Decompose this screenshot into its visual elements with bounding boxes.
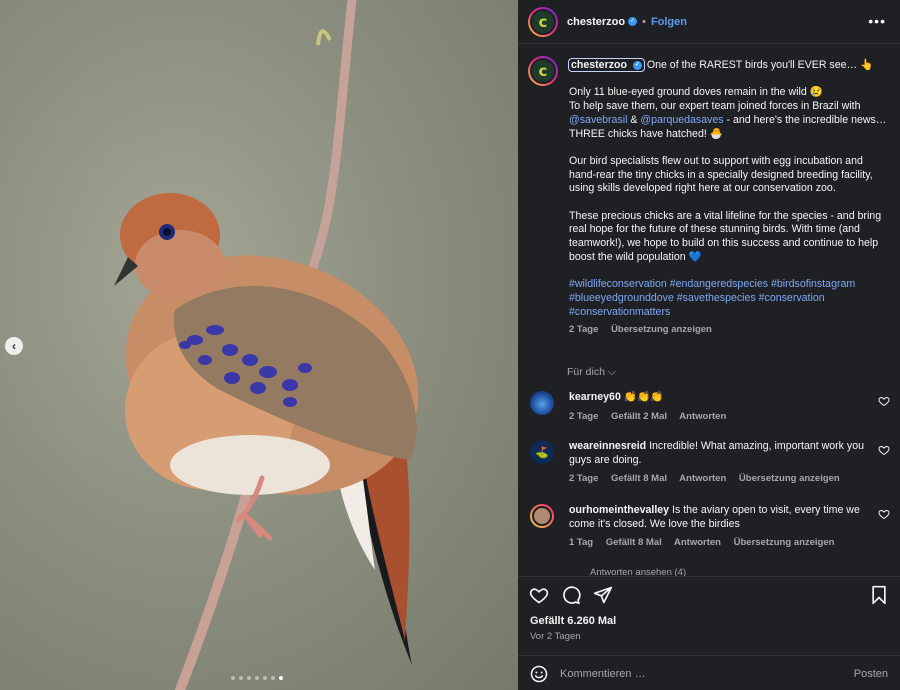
- comment-likes[interactable]: Gefällt 8 Mal: [606, 537, 662, 548]
- comment-composer: Posten: [518, 655, 900, 690]
- post-header: c chesterzoo ✓ • Folgen •••: [518, 0, 900, 44]
- commenter-username[interactable]: weareinnesreid: [569, 440, 646, 452]
- reply-button[interactable]: Antworten: [674, 537, 721, 548]
- carousel-prev-button[interactable]: ‹: [5, 337, 23, 355]
- caption-meta: 2 Tage Übersetzung anzeigen: [569, 323, 887, 337]
- caption-author-username[interactable]: chesterzoo ✓: [568, 58, 645, 72]
- caption-author-avatar[interactable]: c: [528, 56, 558, 86]
- carousel-dots: [231, 676, 283, 680]
- author-avatar[interactable]: c: [528, 6, 558, 37]
- translate-link[interactable]: Übersetzung anzeigen: [734, 537, 835, 548]
- caption-paragraph: Our bird specialists flew out to support…: [569, 154, 873, 195]
- caption-line: &: [627, 113, 641, 126]
- commenter-avatar[interactable]: [530, 504, 554, 528]
- post-comment-button[interactable]: Posten: [854, 668, 888, 680]
- like-heart-icon[interactable]: [529, 585, 549, 605]
- translate-link[interactable]: Übersetzung anzeigen: [739, 473, 840, 484]
- dove-photo: [114, 0, 419, 690]
- author-username[interactable]: chesterzoo: [567, 16, 625, 28]
- bookmark-icon[interactable]: [870, 585, 888, 605]
- commenter-username[interactable]: ourhomeinthevalley: [569, 504, 669, 516]
- comments-scroll-area[interactable]: c chesterzoo ✓ One of the RAREST birds y…: [518, 44, 900, 576]
- caption-headline: One of the RAREST birds you'll EVER see……: [646, 59, 874, 71]
- post-media[interactable]: ‹: [0, 0, 518, 690]
- caption-paragraph: These precious chicks are a vital lifeli…: [569, 209, 882, 263]
- comment-sort-dropdown[interactable]: Für dich ⌵: [567, 366, 616, 379]
- caption-translate-link[interactable]: Übersetzung anzeigen: [611, 324, 712, 335]
- carousel-dot: [239, 676, 243, 680]
- caption-line: To help save them, our expert team joine…: [569, 100, 861, 113]
- comment-likes[interactable]: Gefällt 2 Mal: [611, 411, 667, 422]
- commenter-avatar[interactable]: [530, 391, 554, 415]
- reply-button[interactable]: Antworten: [679, 473, 726, 484]
- more-options-icon[interactable]: •••: [868, 13, 886, 29]
- likes-count[interactable]: Gefällt 6.260 Mal: [530, 615, 616, 627]
- like-comment-heart-icon[interactable]: [878, 444, 890, 456]
- caption-age: 2 Tage: [569, 324, 599, 336]
- like-comment-heart-icon[interactable]: [878, 395, 890, 407]
- mention-link[interactable]: @savebrasil: [569, 114, 627, 126]
- verified-icon: ✓: [628, 17, 638, 26]
- mention-link[interactable]: @parquedasaves: [640, 114, 723, 126]
- carousel-dot: [247, 676, 251, 680]
- comment-age: 2 Tage: [569, 473, 599, 485]
- commenter-avatar[interactable]: ⛳: [530, 440, 554, 464]
- carousel-dot: [271, 676, 275, 680]
- carousel-dot: [255, 676, 259, 680]
- share-send-icon[interactable]: [593, 585, 613, 605]
- carousel-dot: [263, 676, 267, 680]
- comment-input[interactable]: [560, 667, 830, 680]
- verified-icon: ✓: [632, 60, 642, 70]
- caption-line: Only 11 blue-eyed ground doves remain in…: [569, 86, 823, 99]
- comment-age: 1 Tag: [569, 537, 594, 549]
- commenter-username[interactable]: kearney60: [569, 391, 621, 403]
- comment-bubble-icon[interactable]: [561, 585, 581, 605]
- emoji-picker-icon[interactable]: [530, 665, 548, 683]
- carousel-dot: [231, 676, 235, 680]
- post-side-panel: c chesterzoo ✓ • Folgen ••• c chesterzoo…: [518, 0, 900, 690]
- view-replies-link[interactable]: Antworten ansehen (4): [590, 567, 686, 576]
- separator-dot: •: [642, 15, 646, 28]
- comment-age: 2 Tage: [569, 410, 599, 422]
- hashtags[interactable]: #wildlifeconservation #endangeredspecies…: [569, 278, 887, 319]
- like-comment-heart-icon[interactable]: [878, 508, 890, 520]
- reply-button[interactable]: Antworten: [679, 411, 726, 422]
- post-actions: Gefällt 6.260 Mal Vor 2 Tagen Posten: [518, 576, 900, 690]
- comment-text: 👏👏👏: [623, 391, 664, 403]
- follow-button[interactable]: Folgen: [651, 16, 687, 28]
- carousel-dot-active: [279, 676, 283, 680]
- comment-likes[interactable]: Gefällt 8 Mal: [611, 473, 667, 484]
- post-date: Vor 2 Tagen: [530, 631, 581, 642]
